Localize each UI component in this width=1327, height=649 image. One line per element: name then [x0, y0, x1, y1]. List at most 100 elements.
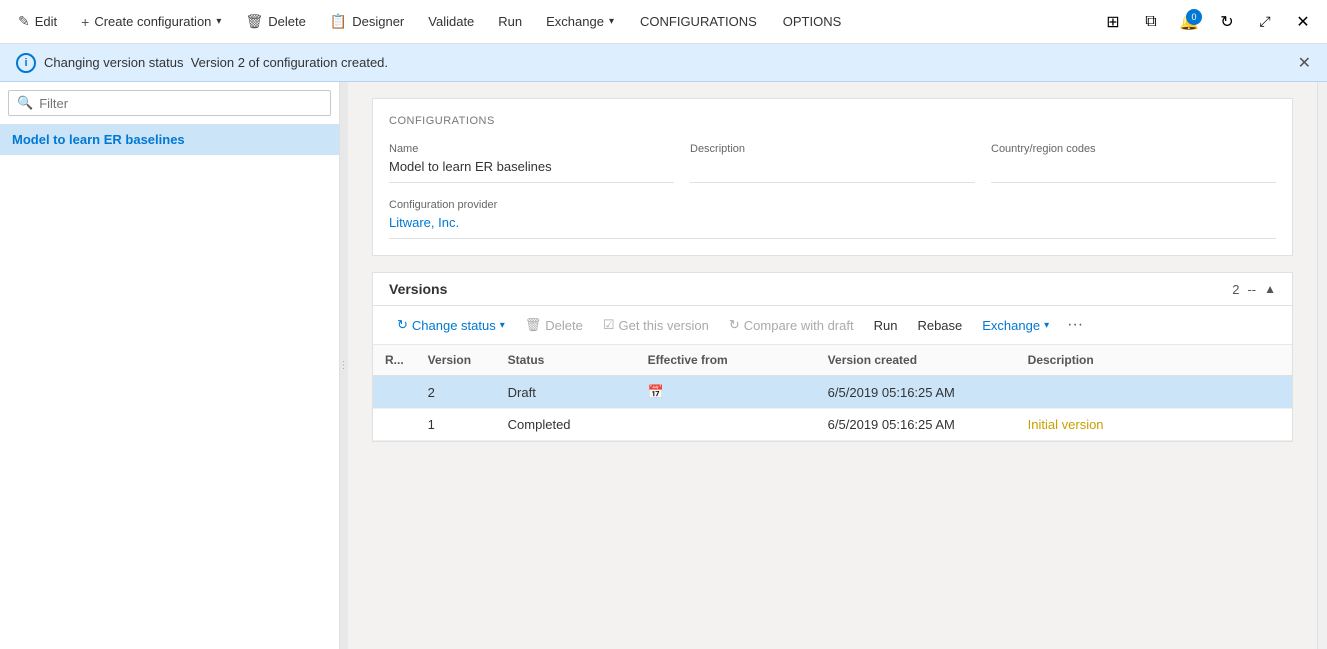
sidebar-item-model[interactable]: Model to learn ER baselines: [0, 124, 339, 155]
country-label: Country/region codes: [991, 143, 1276, 155]
right-scrollbar[interactable]: [1317, 82, 1327, 649]
cell-description-2: Initial version: [1016, 409, 1292, 441]
versions-delete-button[interactable]: 🗑 Delete: [517, 313, 591, 337]
name-value: Model to learn ER baselines: [389, 159, 674, 183]
nav-links: CONFIGURATIONS OPTIONS: [628, 9, 853, 34]
col-header-version: Version: [416, 345, 496, 376]
cell-version-2: 1: [416, 409, 496, 441]
grid-icon-button[interactable]: ⊞: [1097, 6, 1129, 38]
run-toolbar-button[interactable]: Run: [488, 9, 532, 34]
chevron-down-icon: ▾: [609, 16, 614, 27]
col-header-effective: Effective from: [636, 345, 816, 376]
name-label: Name: [389, 143, 674, 155]
cell-status-2: Completed: [496, 409, 636, 441]
main-toolbar: ✎ Edit + Create configuration ▾ 🗑 Delete…: [0, 0, 1327, 44]
col-header-description: Description: [1016, 345, 1292, 376]
table-row[interactable]: 2 Draft 📅 6/5/2019 05:16:25 AM: [373, 376, 1292, 409]
col-header-r: R...: [373, 345, 416, 376]
name-field: Name Model to learn ER baselines: [389, 143, 674, 183]
versions-title: Versions: [389, 281, 1232, 297]
delete-small-icon: 🗑: [525, 317, 542, 333]
table-row[interactable]: 1 Completed 6/5/2019 05:16:25 AM Initial…: [373, 409, 1292, 441]
country-value: [991, 159, 1276, 183]
versions-header: Versions 2 -- ▲: [373, 273, 1292, 306]
main-layout: 🔍 Model to learn ER baselines ⋮ CONFIGUR…: [0, 82, 1327, 649]
cell-created-2: 6/5/2019 05:16:25 AM: [816, 409, 1016, 441]
chevron-down-icon: ▾: [1044, 320, 1049, 331]
toolbar-right: ⊞ ⧉ 🔔 0 ↻ ⤢ ✕: [1097, 6, 1319, 38]
office-icon: ⧉: [1145, 13, 1156, 31]
delete-icon: 🗑: [245, 13, 263, 30]
provider-value[interactable]: Litware, Inc.: [389, 215, 1276, 239]
country-field: Country/region codes: [991, 143, 1276, 183]
more-options-button[interactable]: ···: [1061, 312, 1089, 338]
cell-effective-1: 📅: [636, 376, 816, 409]
options-nav-link[interactable]: OPTIONS: [771, 9, 854, 34]
edit-icon: ✎: [18, 13, 30, 30]
cell-r-1: [373, 376, 416, 409]
notification-close-button[interactable]: ✕: [1298, 53, 1311, 73]
refresh-icon: ↻: [1220, 12, 1233, 32]
versions-dash: --: [1247, 282, 1256, 297]
description-field: Description: [690, 143, 975, 183]
edit-button[interactable]: ✎ Edit: [8, 8, 67, 35]
expand-button[interactable]: ⤢: [1249, 6, 1281, 38]
cell-r-2: [373, 409, 416, 441]
notification-banner: i Changing version status Version 2 of c…: [0, 44, 1327, 82]
close-button[interactable]: ✕: [1287, 6, 1319, 38]
validate-button[interactable]: Validate: [418, 9, 484, 34]
rebase-button[interactable]: Rebase: [909, 314, 970, 337]
search-box[interactable]: 🔍: [8, 90, 331, 116]
office-icon-button[interactable]: ⧉: [1135, 6, 1167, 38]
cell-description-1: [1016, 376, 1292, 409]
col-header-status: Status: [496, 345, 636, 376]
config-fields: Name Model to learn ER baselines Descrip…: [389, 143, 1276, 183]
col-header-created: Version created: [816, 345, 1016, 376]
expand-icon: ⤢: [1259, 13, 1270, 30]
cell-effective-2: [636, 409, 816, 441]
check-icon: ☑: [603, 317, 615, 333]
grid-icon: ⊞: [1106, 12, 1119, 32]
delete-button[interactable]: 🗑 Delete: [235, 8, 315, 35]
notification-button[interactable]: 🔔 0: [1173, 6, 1205, 38]
designer-button[interactable]: 📋 Designer: [320, 8, 414, 35]
info-icon: i: [16, 53, 36, 73]
refresh-small-icon: ↻: [397, 317, 408, 333]
exchange-versions-button[interactable]: Exchange ▾: [974, 314, 1057, 337]
exchange-toolbar-button[interactable]: Exchange ▾: [536, 9, 624, 34]
cell-version-1: 2: [416, 376, 496, 409]
create-configuration-button[interactable]: + Create configuration ▾: [71, 9, 231, 35]
configurations-panel: CONFIGURATIONS Name Model to learn ER ba…: [372, 98, 1293, 256]
description-value: [690, 159, 975, 183]
configurations-nav-link[interactable]: CONFIGURATIONS: [628, 9, 769, 34]
content-area: CONFIGURATIONS Name Model to learn ER ba…: [348, 82, 1317, 649]
refresh-button[interactable]: ↻: [1211, 6, 1243, 38]
change-status-button[interactable]: ↻ Change status ▾: [389, 313, 513, 337]
close-icon: ✕: [1296, 12, 1309, 32]
designer-icon: 📋: [330, 13, 347, 30]
versions-panel: Versions 2 -- ▲ ↻ Change status ▾ 🗑 Dele…: [372, 272, 1293, 442]
configurations-panel-title: CONFIGURATIONS: [389, 115, 1276, 127]
compare-icon: ↻: [729, 317, 740, 333]
compare-with-draft-button[interactable]: ↻ Compare with draft: [721, 313, 862, 337]
versions-table: R... Version Status Effective from Versi…: [373, 345, 1292, 441]
table-header-row: R... Version Status Effective from Versi…: [373, 345, 1292, 376]
description-label: Description: [690, 143, 975, 155]
get-version-button[interactable]: ☑ Get this version: [595, 313, 717, 337]
provider-label: Configuration provider: [389, 199, 1276, 211]
versions-toolbar: ↻ Change status ▾ 🗑 Delete ☑ Get this ve…: [373, 306, 1292, 345]
search-icon: 🔍: [17, 95, 33, 111]
cell-status-1: Draft: [496, 376, 636, 409]
filter-input[interactable]: [39, 96, 322, 111]
chevron-down-icon: ▾: [500, 320, 505, 331]
collapse-button[interactable]: ▲: [1264, 282, 1276, 296]
drag-handle[interactable]: ⋮: [340, 82, 348, 649]
versions-count: 2: [1232, 282, 1239, 297]
plus-icon: +: [81, 14, 89, 30]
sidebar: 🔍 Model to learn ER baselines: [0, 82, 340, 649]
calendar-icon[interactable]: 📅: [648, 384, 664, 399]
notification-message: Changing version status Version 2 of con…: [44, 55, 1290, 70]
provider-section: Configuration provider Litware, Inc.: [389, 199, 1276, 239]
chevron-down-icon: ▾: [216, 16, 221, 27]
run-versions-button[interactable]: Run: [866, 314, 906, 337]
